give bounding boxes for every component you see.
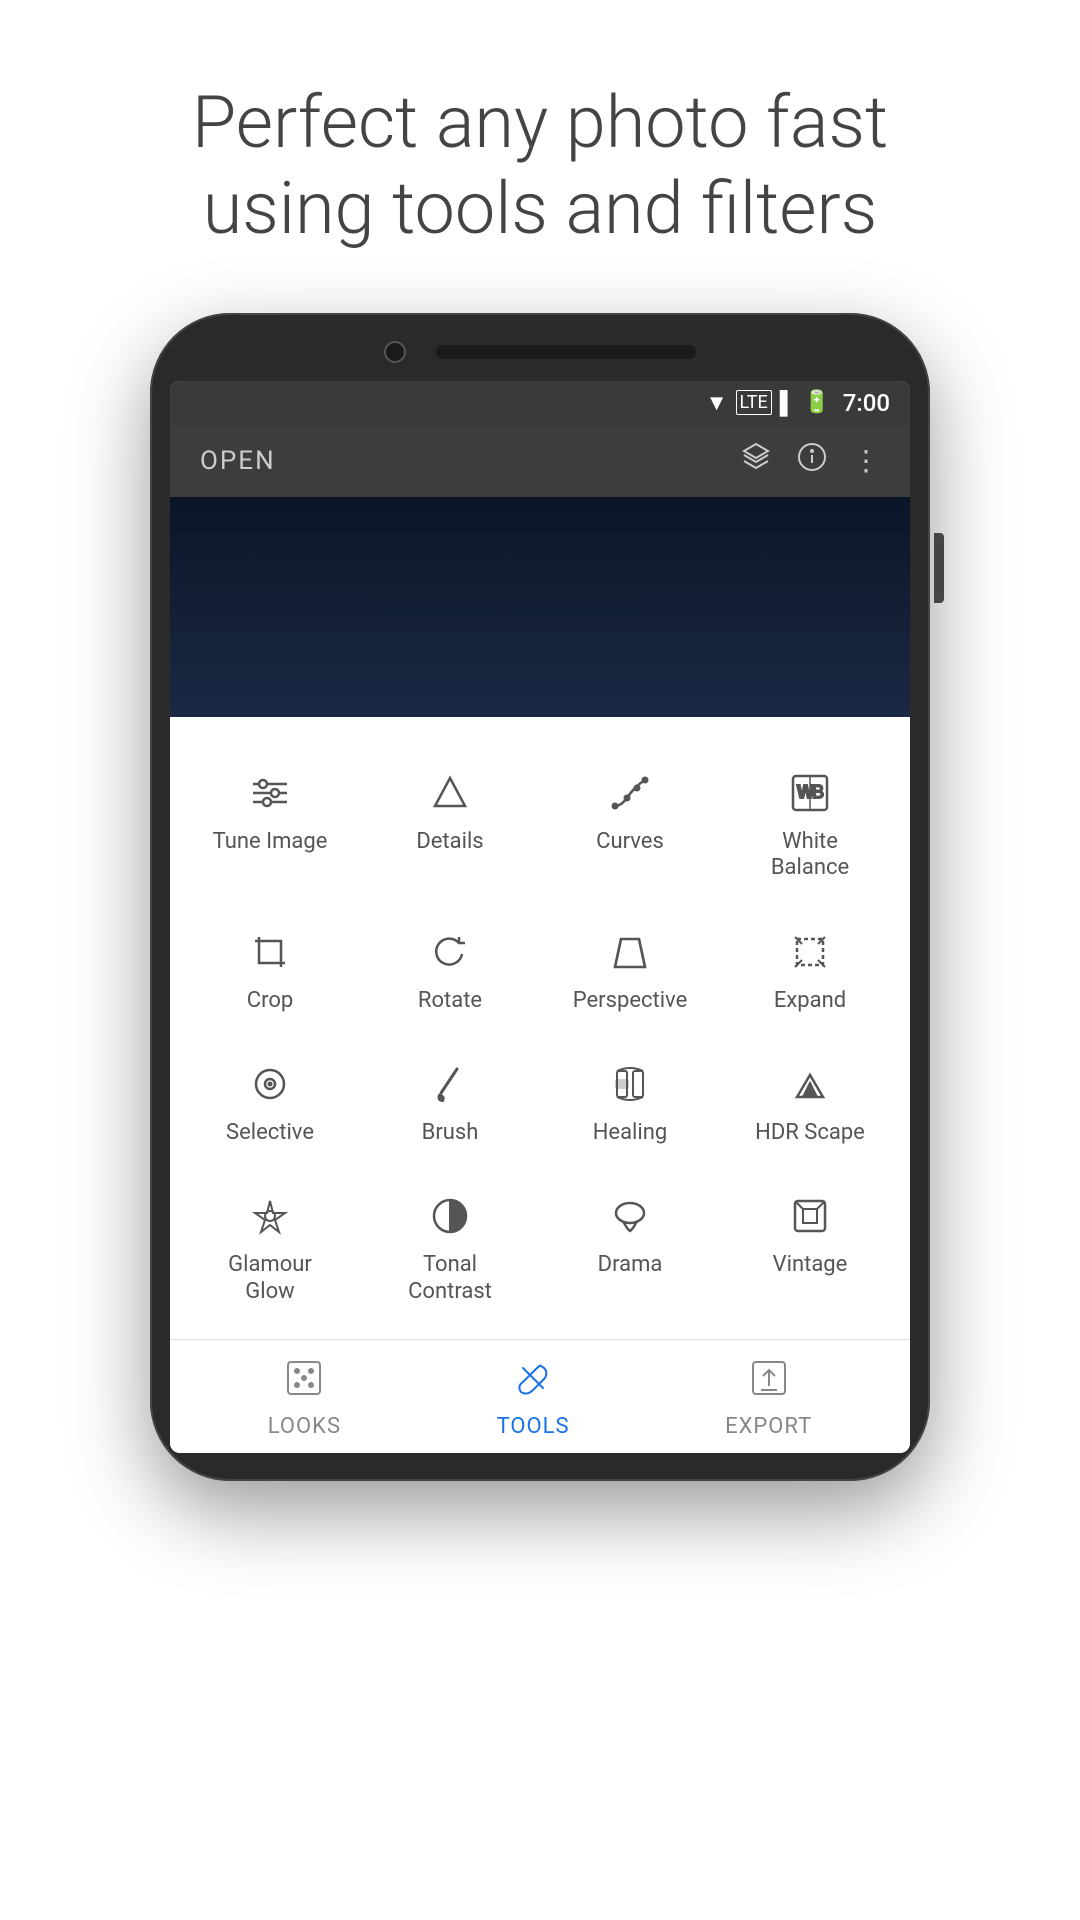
tool-crop[interactable]: Crop <box>180 906 360 1038</box>
svg-text:B: B <box>812 782 824 802</box>
bottom-nav: LOOKS TOOLS <box>170 1339 910 1453</box>
tool-brush[interactable]: Brush <box>360 1038 540 1170</box>
speaker-grille <box>436 345 696 359</box>
nav-looks[interactable]: LOOKS <box>268 1358 341 1439</box>
expand-icon <box>784 926 836 978</box>
phone-device: ▼ LTE ▌ 🔋 7:00 OPEN <box>150 313 930 1481</box>
nav-tools[interactable]: TOOLS <box>497 1358 570 1439</box>
phone-screen: ▼ LTE ▌ 🔋 7:00 OPEN <box>170 381 910 1453</box>
vintage-label: Vintage <box>773 1252 848 1278</box>
details-label: Details <box>416 829 483 855</box>
phone-top-bar <box>170 341 910 363</box>
hero-title: Perfect any photo fast using tools and f… <box>192 80 888 253</box>
status-time: 7:00 <box>843 389 890 417</box>
tool-details[interactable]: Details <box>360 747 540 906</box>
curves-icon <box>604 767 656 819</box>
tool-drama[interactable]: Drama <box>540 1170 720 1329</box>
tools-grid: Tune Image Details Curves <box>180 747 900 1329</box>
tool-perspective[interactable]: Perspective <box>540 906 720 1038</box>
looks-icon <box>284 1358 324 1408</box>
export-icon <box>749 1358 789 1408</box>
selective-icon <box>244 1058 296 1110</box>
tool-vintage[interactable]: Vintage <box>720 1170 900 1329</box>
tool-tune-image[interactable]: Tune Image <box>180 747 360 906</box>
tools-icon <box>513 1358 553 1408</box>
wifi-icon: ▼ <box>706 390 728 416</box>
open-button[interactable]: OPEN <box>200 446 276 476</box>
tool-white-balance[interactable]: WB WhiteBalance <box>720 747 900 906</box>
crop-label: Crop <box>247 988 293 1014</box>
tools-label: TOOLS <box>497 1414 570 1439</box>
photo-area <box>170 497 910 717</box>
glamour-glow-label: GlamourGlow <box>228 1252 312 1305</box>
hdr-scape-icon <box>784 1058 836 1110</box>
export-label: EXPORT <box>725 1414 812 1439</box>
battery-icon: 🔋 <box>803 390 830 415</box>
side-button <box>934 533 944 603</box>
app-toolbar: OPEN <box>170 425 910 497</box>
brush-label: Brush <box>422 1120 479 1146</box>
hdr-scape-label: HDR Scape <box>755 1120 865 1146</box>
signal-icon: ▌ <box>780 390 796 416</box>
white-balance-icon: WB <box>784 767 836 819</box>
tool-rotate[interactable]: Rotate <box>360 906 540 1038</box>
phone-wrapper: ▼ LTE ▌ 🔋 7:00 OPEN <box>130 313 950 1481</box>
tool-expand[interactable]: Expand <box>720 906 900 1038</box>
white-balance-label: WhiteBalance <box>771 829 849 882</box>
healing-label: Healing <box>593 1120 668 1146</box>
perspective-icon <box>604 926 656 978</box>
drama-label: Drama <box>598 1252 663 1278</box>
expand-label: Expand <box>774 988 846 1014</box>
vintage-icon <box>784 1190 836 1242</box>
status-bar: ▼ LTE ▌ 🔋 7:00 <box>170 381 910 425</box>
selective-label: Selective <box>226 1120 314 1146</box>
nav-export[interactable]: EXPORT <box>725 1358 812 1439</box>
tool-hdr-scape[interactable]: HDR Scape <box>720 1038 900 1170</box>
tool-selective[interactable]: Selective <box>180 1038 360 1170</box>
info-icon[interactable] <box>796 441 828 481</box>
layers-icon[interactable] <box>740 441 772 481</box>
tune-image-label: Tune Image <box>213 829 328 855</box>
camera-dot <box>384 341 406 363</box>
toolbar-icons: ⋮ <box>740 441 880 481</box>
perspective-label: Perspective <box>573 988 687 1014</box>
tonal-contrast-label: TonalContrast <box>408 1252 492 1305</box>
looks-label: LOOKS <box>268 1414 341 1439</box>
drama-icon <box>604 1190 656 1242</box>
tool-glamour-glow[interactable]: GlamourGlow <box>180 1170 360 1329</box>
tools-panel: Tune Image Details Curves <box>170 717 910 1339</box>
lte-icon: LTE <box>736 390 772 415</box>
hero-section: Perfect any photo fast using tools and f… <box>132 0 948 313</box>
status-icons: ▼ LTE ▌ 🔋 <box>706 390 831 416</box>
tonal-contrast-icon <box>424 1190 476 1242</box>
healing-icon <box>604 1058 656 1110</box>
tool-curves[interactable]: Curves <box>540 747 720 906</box>
curves-label: Curves <box>596 829 664 855</box>
more-icon[interactable]: ⋮ <box>852 444 880 477</box>
details-icon <box>424 767 476 819</box>
tool-tonal-contrast[interactable]: TonalContrast <box>360 1170 540 1329</box>
rotate-label: Rotate <box>418 988 482 1014</box>
glamour-glow-icon <box>244 1190 296 1242</box>
crop-icon <box>244 926 296 978</box>
tune-image-icon <box>244 767 296 819</box>
rotate-icon <box>424 926 476 978</box>
tool-healing[interactable]: Healing <box>540 1038 720 1170</box>
brush-icon <box>424 1058 476 1110</box>
